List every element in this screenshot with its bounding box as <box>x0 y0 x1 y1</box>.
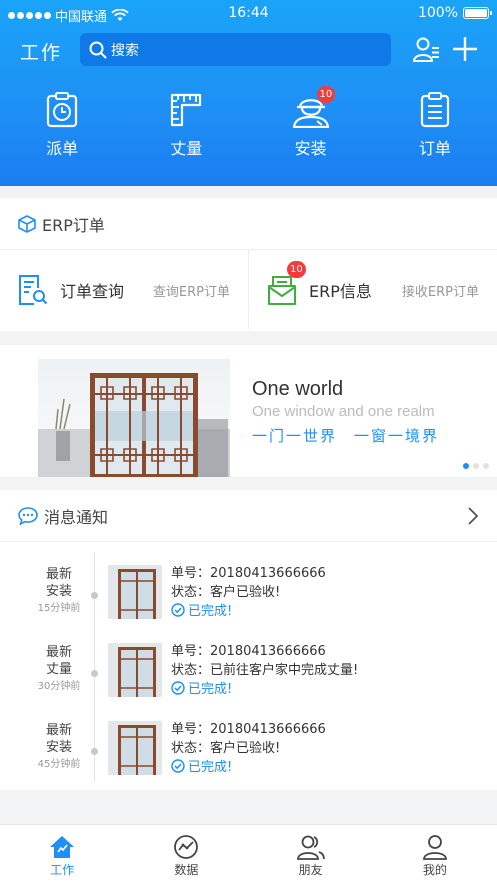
order-status: 已前往客户家中完成丈量! <box>210 663 359 678</box>
mail-icon <box>268 276 296 305</box>
message-time: 45分钟前 <box>37 759 81 770</box>
house-icon <box>50 836 75 858</box>
shortcut-install[interactable]: 安装 10 <box>249 86 373 170</box>
page-title: 工作 <box>20 42 63 64</box>
check-circle-icon <box>171 602 185 617</box>
check-circle-icon <box>171 680 185 695</box>
tab-label: 数据 <box>174 863 199 877</box>
tab-label: 工作 <box>50 863 75 877</box>
order-number: 20180413666666 <box>210 644 326 659</box>
order-number: 20180413666666 <box>210 566 326 581</box>
user-icon <box>422 835 447 860</box>
done-label: 已完成! <box>188 760 233 775</box>
box-icon <box>18 214 36 233</box>
door-thumbnail <box>108 721 162 775</box>
shortcut-measure[interactable]: 丈量 <box>124 90 248 170</box>
status-label: 状态： <box>171 585 211 600</box>
shortcut-grid: 派单 丈量 安装 10 订单 <box>0 86 497 170</box>
tab-label: 朋友 <box>298 863 323 877</box>
message-item[interactable]: 最新 丈量 30分钟前 单号：20180413666666 状态：已前往客户家中… <box>0 640 497 710</box>
status-label: 状态： <box>171 663 211 678</box>
banner-pager[interactable] <box>463 463 489 469</box>
install-badge: 10 <box>316 86 336 103</box>
notifications-header[interactable]: 消息通知 <box>0 490 497 542</box>
banner-slogan: 一门一世界 一窗一境界 <box>252 427 440 445</box>
message-type-line2: 安装 <box>45 740 72 755</box>
bottom-tab-bar: 工作 数据 朋友 我的 <box>0 824 497 883</box>
banner-title: One world <box>252 378 344 400</box>
shortcut-orders[interactable]: 订单 <box>373 90 497 170</box>
tab-work[interactable]: 工作 <box>0 825 124 883</box>
shortcut-label: 安装 <box>294 139 327 158</box>
status-label: 状态： <box>171 741 211 756</box>
check-circle-icon <box>171 758 185 773</box>
message-type-line1: 最新 <box>45 645 72 660</box>
friends-icon <box>296 835 325 860</box>
door-image <box>38 359 230 477</box>
erp-item-name: 订单查询 <box>60 282 125 301</box>
tab-friends[interactable]: 朋友 <box>249 825 373 883</box>
document-search-icon <box>19 275 48 305</box>
search-icon <box>89 41 107 58</box>
timeline-dot <box>91 670 98 677</box>
shortcut-label: 派单 <box>46 139 79 158</box>
notifications-section: 消息通知 最新 安装 15分钟前 单号：20180413666666 状态：客户… <box>0 490 497 790</box>
erp-section-title: ERP订单 <box>42 215 105 235</box>
order-status: 客户已验收! <box>210 741 281 756</box>
order-label: 单号： <box>171 566 211 581</box>
message-item[interactable]: 最新 安装 15分钟前 单号：20180413666666 状态：客户已验收! … <box>0 562 497 632</box>
message-time: 15分钟前 <box>37 603 81 614</box>
clock-clipboard-icon <box>47 92 78 128</box>
message-type-line1: 最新 <box>45 567 72 582</box>
done-label: 已完成! <box>188 604 233 619</box>
message-type-line1: 最新 <box>45 723 72 738</box>
promo-banner[interactable]: One world One window and one realm 一门一世界… <box>0 345 497 477</box>
pager-dot[interactable] <box>483 463 489 469</box>
ruler-icon <box>171 93 202 127</box>
timeline-dot <box>91 748 98 755</box>
pager-dot[interactable] <box>473 463 479 469</box>
status-bar: 中国联通 16:44 100% <box>0 0 497 28</box>
tab-label: 我的 <box>422 863 447 877</box>
chart-circle-icon <box>174 835 199 859</box>
search-placeholder: 搜索 <box>111 42 139 59</box>
shortcut-label: 订单 <box>418 139 451 158</box>
erp-info-badge: 10 <box>287 261 306 278</box>
notifications-title: 消息通知 <box>44 507 109 527</box>
message-type-line2: 安装 <box>45 584 72 599</box>
app-header: 中国联通 16:44 100% 工作 搜索 派单 丈量 安装 10 订单 <box>0 0 497 186</box>
shortcut-label: 丈量 <box>170 139 203 158</box>
chevron-right-icon[interactable] <box>467 507 479 525</box>
banner-subtitle: One window and one realm <box>252 403 435 420</box>
chat-bubble-icon <box>18 506 38 525</box>
message-type-line2: 丈量 <box>45 662 72 677</box>
battery-percent: 100% <box>417 5 458 21</box>
tab-me[interactable]: 我的 <box>373 825 497 883</box>
timeline-dot <box>91 592 98 599</box>
search-input[interactable]: 搜索 <box>80 33 391 66</box>
order-number: 20180413666666 <box>210 722 326 737</box>
order-label: 单号： <box>171 644 211 659</box>
erp-info[interactable]: 10 ERP信息 接收ERP订单 <box>248 250 497 330</box>
tab-data[interactable]: 数据 <box>124 825 248 883</box>
door-thumbnail <box>108 643 162 697</box>
message-time: 30分钟前 <box>37 681 81 692</box>
door-thumbnail <box>108 565 162 619</box>
message-item[interactable]: 最新 安装 45分钟前 单号：20180413666666 状态：客户已验收! … <box>0 718 497 788</box>
erp-section: ERP订单 订单查询 查询ERP订单 10 ERP信息 接收ERP订单 <box>0 198 497 331</box>
erp-item-sub: 查询ERP订单 <box>152 284 230 300</box>
contacts-icon[interactable] <box>412 36 440 64</box>
pager-dot[interactable] <box>463 463 469 469</box>
erp-item-sub: 接收ERP订单 <box>401 284 479 300</box>
order-list-icon <box>420 92 449 128</box>
battery-icon <box>463 7 492 19</box>
order-status: 客户已验收! <box>210 585 281 600</box>
erp-order-query[interactable]: 订单查询 查询ERP订单 <box>0 250 248 330</box>
add-icon[interactable] <box>452 36 478 62</box>
order-label: 单号： <box>171 722 211 737</box>
erp-item-name: ERP信息 <box>309 282 372 301</box>
shortcut-dispatch[interactable]: 派单 <box>0 90 124 170</box>
done-label: 已完成! <box>188 682 233 697</box>
